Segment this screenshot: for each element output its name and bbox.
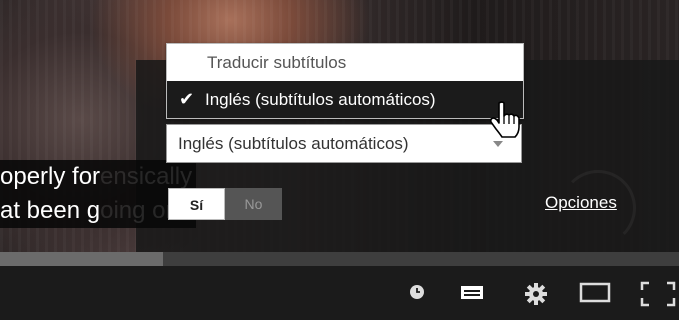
translate-captions-menu: Traducir subtítulos ✔ Inglés (subtítulos … bbox=[166, 43, 524, 119]
hand-cursor-icon bbox=[489, 100, 524, 143]
gear-icon[interactable] bbox=[522, 280, 550, 308]
menu-item-label: Inglés (subtítulos automáticos) bbox=[205, 90, 436, 109]
caption-line: at been going on bbox=[0, 194, 197, 228]
controls-bar bbox=[0, 266, 679, 320]
progress-loaded bbox=[0, 252, 163, 266]
caption-line: operly forensically bbox=[0, 160, 197, 194]
fullscreen-icon[interactable] bbox=[640, 280, 676, 308]
menu-item-english-auto[interactable]: ✔ Inglés (subtítulos automáticos) bbox=[167, 81, 523, 118]
clock-icon[interactable] bbox=[405, 280, 429, 304]
options-link[interactable]: Opciones bbox=[545, 193, 617, 213]
captions-toggle[interactable]: Sí No bbox=[168, 188, 282, 220]
progress-bar[interactable] bbox=[0, 252, 679, 266]
toggle-on-button[interactable]: Sí bbox=[168, 188, 225, 220]
captions-icon[interactable] bbox=[458, 280, 486, 304]
select-value: Inglés (subtítulos automáticos) bbox=[178, 134, 409, 153]
toggle-off-button[interactable]: No bbox=[225, 188, 282, 220]
checkmark-icon: ✔ bbox=[179, 89, 195, 109]
caption-overlay: operly forensically at been going on bbox=[0, 160, 197, 228]
caption-language-select[interactable]: Inglés (subtítulos automáticos) bbox=[166, 124, 522, 163]
caption-text: at been g bbox=[0, 197, 101, 224]
caption-text: operly for bbox=[0, 163, 101, 190]
menu-header-translate[interactable]: Traducir subtítulos bbox=[167, 44, 523, 81]
video-player[interactable]: operly forensically at been going on Ing… bbox=[0, 0, 679, 320]
caption-text-faded: ensically bbox=[100, 163, 193, 190]
theater-mode-icon[interactable] bbox=[579, 280, 611, 304]
